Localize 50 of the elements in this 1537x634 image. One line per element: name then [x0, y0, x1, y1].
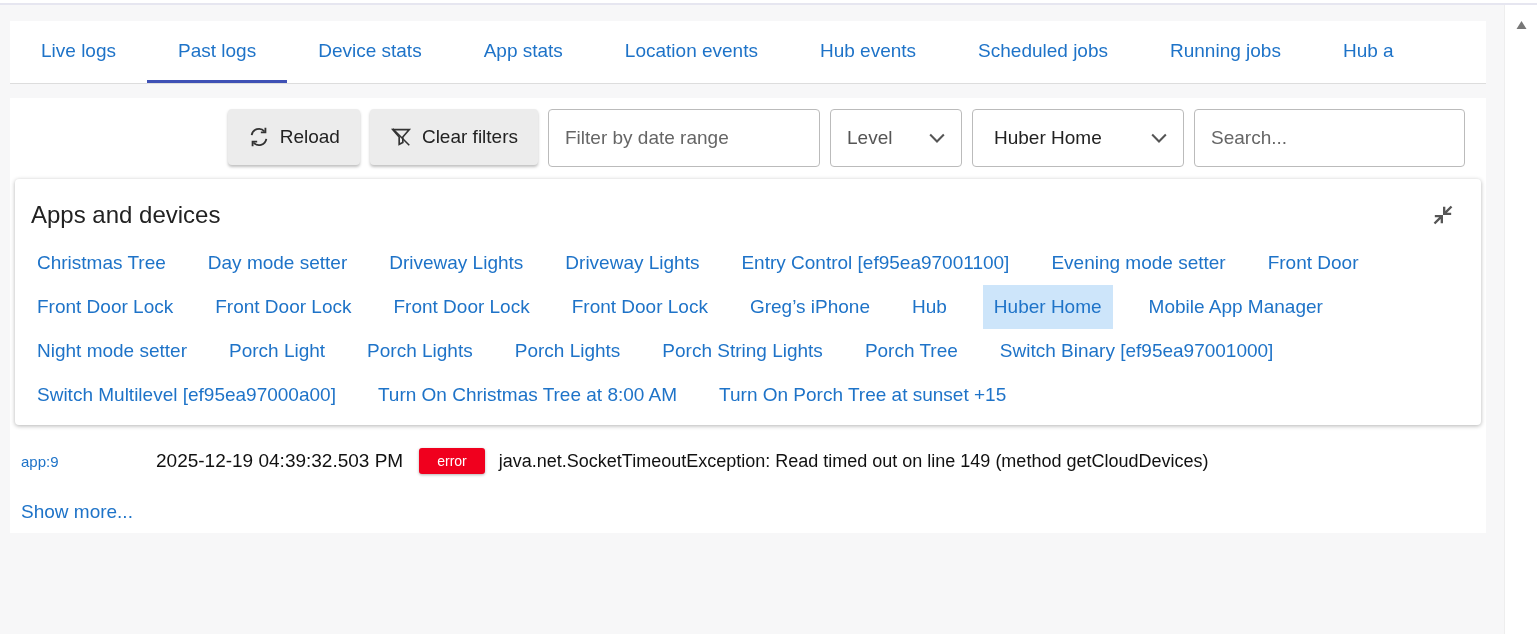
tab[interactable]: App stats — [452, 21, 594, 83]
reload-button[interactable]: Reload — [227, 109, 360, 165]
app-device-item[interactable]: Porch Lights — [508, 329, 627, 373]
log-message: java.net.SocketTimeoutException: Read timed out on line 149 (method getCloudDevices) — [498, 450, 1209, 472]
panel-title: Apps and devices — [31, 201, 221, 229]
tab[interactable]: Hub events — [788, 21, 948, 83]
app-device-item[interactable]: Christmas Tree — [31, 241, 172, 285]
app-device-item[interactable]: Front Door Lock — [209, 285, 358, 329]
caret-icon — [1151, 133, 1167, 143]
tab[interactable]: Hub a — [1311, 21, 1425, 83]
app-device-item[interactable]: Mobile App Manager — [1142, 285, 1329, 329]
app-device-item[interactable]: Driveway Lights — [383, 241, 530, 285]
app-device-item[interactable]: Porch Light — [222, 329, 332, 373]
tab[interactable]: Past logs — [147, 21, 288, 83]
level-badge: error — [419, 448, 485, 474]
app-device-item[interactable]: Evening mode setter — [1045, 241, 1232, 285]
app-device-item[interactable]: Front Door Lock — [565, 285, 714, 329]
tab[interactable]: Scheduled jobs — [947, 21, 1139, 83]
app-device-item[interactable]: Porch Tree — [858, 329, 964, 373]
app-device-item[interactable]: Switch Binary [ef95ea97001000] — [993, 329, 1280, 373]
location-select[interactable]: Huber Home — [972, 109, 1184, 167]
app-device-item[interactable]: Front Door Lock — [387, 285, 536, 329]
level-select[interactable]: Level — [830, 109, 962, 167]
tab[interactable]: Device stats — [287, 21, 453, 83]
app-device-item[interactable]: Greg’s iPhone — [743, 285, 876, 329]
app-device-item[interactable]: Day mode setter — [201, 241, 354, 285]
log-time: 2025-12-19 04:39:32.503 PM — [156, 450, 404, 472]
date-range-field[interactable]: Filter by date range — [548, 109, 820, 167]
tab[interactable]: Running jobs — [1139, 21, 1312, 83]
source-link[interactable]: app:9 — [21, 452, 156, 470]
app-device-item[interactable]: Front Door Lock — [31, 285, 180, 329]
clear-filters-button[interactable]: Clear filters — [369, 109, 538, 165]
app-device-item[interactable]: Turn On Porch Tree at sunset +15 — [713, 373, 1013, 417]
caret-icon — [929, 133, 945, 143]
app-device-item[interactable]: Driveway Lights — [559, 241, 706, 285]
scroll-up-icon[interactable] — [1515, 21, 1527, 29]
app-device-item[interactable]: Switch Multilevel [ef95ea97000a00] — [31, 373, 342, 417]
tab[interactable]: Location events — [593, 21, 789, 83]
app-device-item[interactable]: Hub — [906, 285, 953, 329]
app-device-item[interactable]: Huber Home — [982, 285, 1113, 329]
app-device-item[interactable]: Night mode setter — [31, 329, 193, 373]
filter-off-icon — [389, 126, 412, 148]
app-device-item[interactable]: Porch String Lights — [656, 329, 829, 373]
app-device-item[interactable]: Porch Lights — [361, 329, 479, 373]
app-device-item[interactable]: Front Door — [1261, 241, 1365, 285]
search-field[interactable]: Search... — [1194, 109, 1465, 167]
show-more-link[interactable]: Show more... — [21, 501, 133, 523]
app-device-item[interactable]: Turn On Christmas Tree at 8:00 AM — [371, 373, 684, 417]
tab[interactable]: Live logs — [10, 21, 147, 83]
app-device-item[interactable]: Entry Control [ef95ea97001100] — [735, 241, 1016, 285]
